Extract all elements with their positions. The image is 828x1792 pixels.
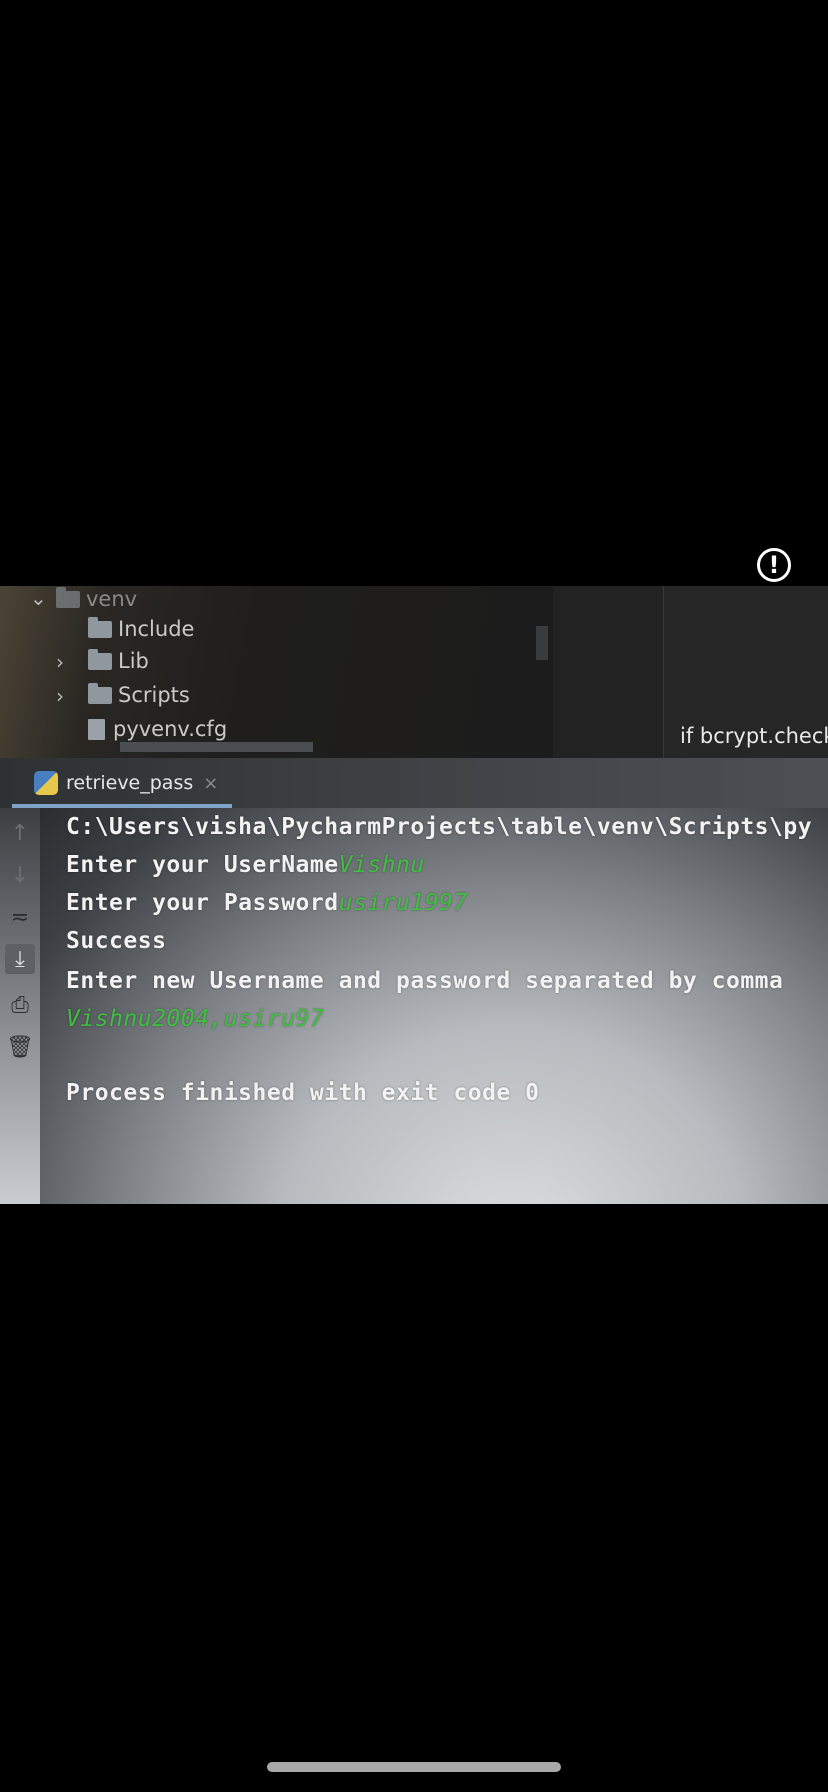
tree-item-label: pyvenv.cfg — [113, 717, 228, 741]
file-icon — [88, 718, 105, 740]
python-icon — [34, 771, 58, 795]
console-new-credentials-prompt: Enter new Username and password separate… — [66, 968, 784, 994]
photo-of-ide-screen: ⌄ venv Include › Lib › Scripts pyvenv.cf… — [0, 586, 828, 1204]
console-username-line: Enter your UserNameVishnu — [66, 852, 425, 878]
scroll-to-end-icon[interactable]: ⤓ — [5, 944, 35, 974]
console-toolbar: ↑ ↓ ≂ ⤓ ⎙ 🗑 — [0, 808, 40, 1204]
folder-icon — [56, 586, 80, 608]
tree-item-label: Include — [118, 617, 195, 641]
console-exit-message: Process finished with exit code 0 — [66, 1080, 540, 1106]
tree-item-scripts[interactable]: Scripts — [88, 682, 190, 707]
editor-gutter — [553, 586, 663, 758]
trash-icon[interactable]: 🗑 — [5, 1032, 35, 1062]
console-user-input: Vishnu — [338, 852, 425, 878]
folder-icon — [88, 648, 112, 670]
alert-icon[interactable]: ! — [757, 548, 791, 582]
tree-item-venv[interactable]: venv — [56, 586, 138, 611]
soft-wrap-icon[interactable]: ≂ — [5, 902, 35, 932]
code-line: if bcrypt.checkp — [680, 724, 828, 748]
close-icon[interactable]: × — [203, 773, 218, 794]
tab-label: retrieve_pass — [66, 772, 194, 794]
console-new-credentials-input: Vishnu2004,usiru97 — [66, 1006, 325, 1032]
up-arrow-icon[interactable]: ↑ — [5, 818, 35, 848]
folder-icon — [88, 682, 112, 704]
print-icon[interactable]: ⎙ — [5, 990, 35, 1020]
tree-item-label: venv — [86, 587, 138, 611]
run-console-output[interactable]: C:\Users\visha\PycharmProjects\table\ven… — [40, 808, 828, 1204]
tree-item-label: Lib — [118, 649, 149, 673]
tree-item-lib[interactable]: Lib — [88, 648, 149, 673]
project-tree: ⌄ venv Include › Lib › Scripts pyvenv.cf… — [0, 586, 553, 758]
tree-item-label: Scripts — [118, 683, 190, 707]
home-indicator[interactable] — [267, 1762, 561, 1772]
console-success-line: Success — [66, 928, 167, 954]
vertical-scrollbar[interactable] — [536, 626, 548, 660]
console-path-line: C:\Users\visha\PycharmProjects\table\ven… — [66, 814, 813, 840]
console-password-line: Enter your Passwordusiru1997 — [66, 890, 468, 916]
tab-retrieve-pass[interactable]: retrieve_pass × — [12, 758, 232, 808]
tree-item-pyvenv-cfg[interactable]: pyvenv.cfg — [88, 717, 227, 741]
tree-item-include[interactable]: Include — [88, 616, 195, 641]
folder-icon — [88, 616, 112, 638]
run-tab-bar: retrieve_pass × — [0, 758, 828, 808]
down-arrow-icon[interactable]: ↓ — [5, 860, 35, 890]
console-user-input: usiru1997 — [338, 890, 468, 916]
chevron-right-icon[interactable]: › — [56, 684, 64, 708]
horizontal-scrollbar[interactable] — [120, 742, 313, 752]
console-prompt: Enter your UserName — [66, 852, 339, 878]
console-prompt: Enter your Password — [66, 890, 339, 916]
chevron-down-icon[interactable]: ⌄ — [30, 586, 47, 610]
chevron-right-icon[interactable]: › — [56, 650, 64, 674]
